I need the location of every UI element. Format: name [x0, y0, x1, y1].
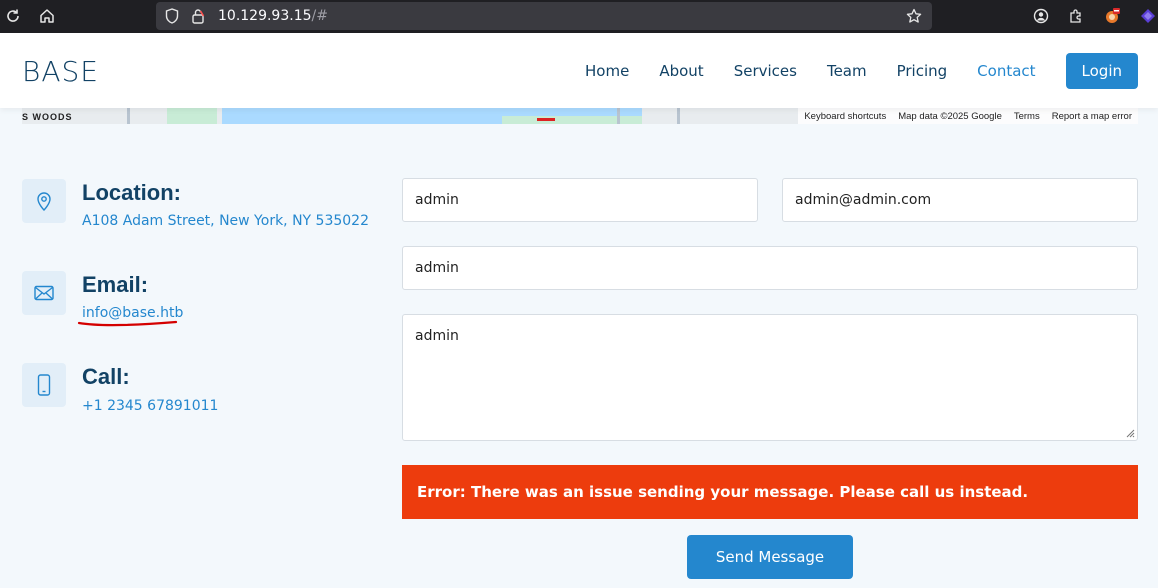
- lock-icon[interactable]: [190, 8, 206, 24]
- map-road: [677, 108, 680, 124]
- login-button[interactable]: Login: [1065, 53, 1138, 89]
- extension-purple-icon[interactable]: [1137, 5, 1158, 27]
- send-message-button[interactable]: Send Message: [687, 535, 853, 579]
- nav-contact[interactable]: Contact: [977, 62, 1035, 80]
- reload-icon[interactable]: [2, 5, 24, 27]
- message-textarea[interactable]: admin: [402, 314, 1138, 441]
- envelope-icon: [22, 271, 66, 315]
- account-icon[interactable]: [1030, 5, 1052, 27]
- extensions-icon[interactable]: [1065, 5, 1087, 27]
- home-icon[interactable]: [36, 5, 58, 27]
- map-park: [502, 116, 642, 124]
- nav-home[interactable]: Home: [585, 62, 629, 80]
- embedded-map[interactable]: S WOODS Keyboard shortcuts Map data ©202…: [22, 108, 1138, 124]
- map-woods-label: S WOODS: [22, 112, 73, 122]
- email-title: Email:: [82, 272, 149, 297]
- map-road: [127, 108, 130, 124]
- site-logo[interactable]: BASE: [22, 55, 99, 88]
- address-bar[interactable]: 10.129.93.15/#: [156, 2, 932, 30]
- map-pin-icon: [22, 179, 66, 223]
- map-data-credit: Map data ©2025 Google: [898, 110, 1002, 122]
- location-text: A108 Adam Street, New York, NY 535022: [82, 213, 369, 229]
- resize-handle-icon[interactable]: [1125, 428, 1135, 438]
- call-title: Call:: [82, 364, 130, 389]
- subject-input[interactable]: admin: [402, 246, 1138, 290]
- nav-about[interactable]: About: [659, 62, 703, 80]
- map-report-link[interactable]: Report a map error: [1052, 111, 1132, 122]
- call-text: +1 2345 67891011: [82, 398, 219, 414]
- nav-services[interactable]: Services: [734, 62, 797, 80]
- email-input[interactable]: admin@admin.com: [782, 178, 1138, 222]
- map-attribution: Keyboard shortcuts Map data ©2025 Google…: [798, 108, 1138, 124]
- name-input[interactable]: admin: [402, 178, 758, 222]
- url-text: 10.129.93.15/#: [218, 8, 328, 24]
- red-underline-annotation: [77, 320, 178, 327]
- extension-fox-icon[interactable]: [1101, 5, 1123, 27]
- map-terms-link[interactable]: Terms: [1014, 111, 1040, 122]
- shield-icon[interactable]: [164, 8, 180, 24]
- nav-pricing[interactable]: Pricing: [897, 62, 948, 80]
- map-road: [617, 108, 620, 124]
- browser-toolbar: 10.129.93.15/#: [0, 0, 1158, 33]
- star-icon[interactable]: [906, 8, 922, 24]
- site-header: BASE Home About Services Team Pricing Co…: [0, 33, 1158, 108]
- main-nav: Home About Services Team Pricing Contact…: [555, 53, 1138, 89]
- map-park: [167, 108, 217, 124]
- location-title: Location:: [82, 180, 181, 205]
- message-text: admin: [415, 328, 459, 344]
- error-message: Error: There was an issue sending your m…: [402, 465, 1138, 519]
- nav-team[interactable]: Team: [827, 62, 867, 80]
- map-keyboard-shortcuts[interactable]: Keyboard shortcuts: [804, 111, 886, 122]
- map-marker[interactable]: [537, 118, 555, 121]
- phone-icon: [22, 363, 66, 407]
